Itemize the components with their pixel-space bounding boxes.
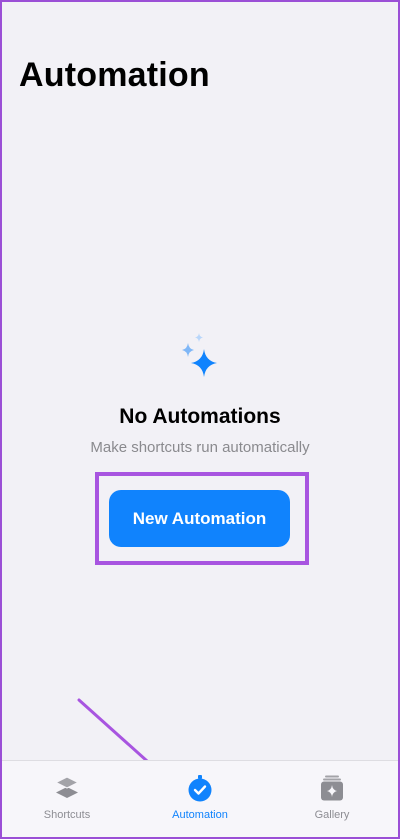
empty-state: No Automations Make shortcuts run automa… <box>0 325 400 456</box>
tab-gallery[interactable]: Gallery <box>277 773 387 821</box>
page-title: Automation <box>19 56 210 94</box>
tab-shortcuts[interactable]: Shortcuts <box>12 773 122 821</box>
clock-check-icon <box>188 775 212 802</box>
tab-shortcuts-label: Shortcuts <box>43 809 91 821</box>
tab-gallery-label: Gallery <box>314 809 350 821</box>
gallery-icon <box>321 775 343 801</box>
tab-automation-label: Automation <box>172 809 228 821</box>
layers-icon <box>54 776 80 798</box>
tab-bar: Shortcuts Automation Gallery <box>0 760 400 839</box>
empty-state-title: No Automations <box>119 405 281 428</box>
empty-state-subtitle: Make shortcuts run automatically <box>90 439 310 456</box>
sparkles-icon <box>182 333 217 377</box>
new-automation-button[interactable]: New Automation <box>109 490 290 547</box>
tab-automation[interactable]: Automation <box>145 773 255 821</box>
